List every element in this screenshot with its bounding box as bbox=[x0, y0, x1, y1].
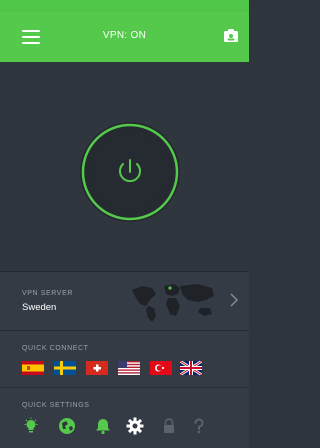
gear-icon[interactable] bbox=[126, 417, 144, 435]
vpn-server-label: VPN SERVER bbox=[22, 290, 73, 297]
power-icon bbox=[119, 159, 141, 183]
sweden-flag-icon[interactable] bbox=[54, 361, 76, 375]
uk-flag-icon[interactable] bbox=[180, 361, 202, 375]
lock-icon[interactable] bbox=[160, 417, 178, 435]
vpn-status-title: VPN: ON bbox=[102, 30, 147, 41]
quick-settings-section: QUICK SETTINGS bbox=[0, 388, 249, 448]
vpn-server-name: Sweden bbox=[22, 302, 57, 313]
turkey-flag-icon[interactable] bbox=[150, 361, 172, 375]
chevron-right-icon bbox=[230, 293, 238, 307]
quick-connect-label: QUICK CONNECT bbox=[22, 345, 89, 352]
vpn-server-selector[interactable]: VPN SERVER Sweden bbox=[0, 272, 249, 330]
spain-flag-icon[interactable] bbox=[22, 361, 44, 375]
world-map-icon bbox=[132, 284, 214, 322]
status-bar bbox=[0, 0, 249, 12]
globe-icon[interactable] bbox=[58, 417, 76, 435]
help-icon[interactable] bbox=[190, 417, 208, 435]
quick-settings-label: QUICK SETTINGS bbox=[22, 402, 90, 409]
connection-panel bbox=[0, 62, 249, 272]
quick-connect-section: QUICK CONNECT bbox=[0, 331, 249, 387]
power-button[interactable] bbox=[80, 122, 180, 222]
lightbulb-icon[interactable] bbox=[22, 417, 40, 435]
switzerland-flag-icon[interactable] bbox=[86, 361, 108, 375]
app-bar: VPN: ON bbox=[0, 12, 249, 62]
bell-icon[interactable] bbox=[94, 417, 112, 435]
usa-flag-icon[interactable] bbox=[118, 361, 140, 375]
account-card-icon[interactable] bbox=[223, 28, 239, 44]
